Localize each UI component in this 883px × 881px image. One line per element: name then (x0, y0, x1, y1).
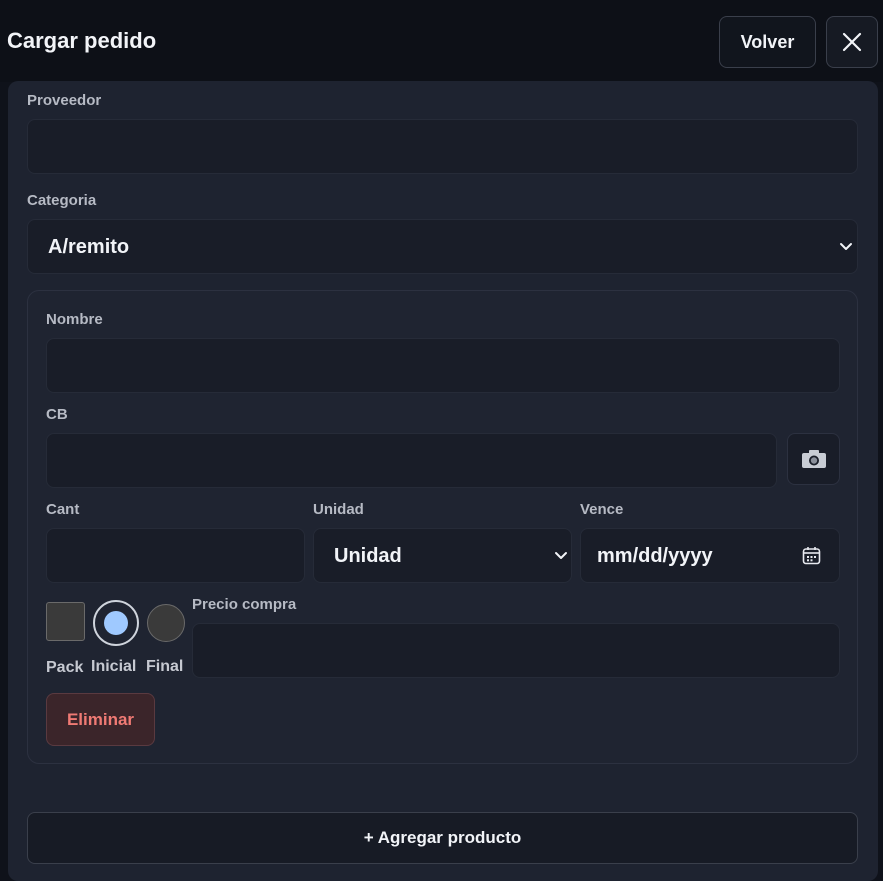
delete-product-button[interactable]: Eliminar (46, 693, 155, 746)
add-product-button[interactable]: + Agregar producto (27, 812, 858, 864)
close-button[interactable] (826, 16, 878, 68)
vence-date-input[interactable]: mm/dd/yyyy (580, 528, 840, 583)
nombre-input[interactable] (46, 338, 840, 393)
cant-input[interactable] (46, 528, 305, 583)
inicial-radio[interactable] (93, 600, 139, 646)
close-icon (842, 32, 862, 52)
proveedor-label: Proveedor (27, 92, 102, 109)
precio-input[interactable] (192, 623, 840, 678)
final-label: Final (146, 658, 184, 675)
unidad-select[interactable]: Unidad (313, 528, 572, 583)
categoria-label: Categoria (27, 192, 97, 209)
cant-label: Cant (46, 501, 80, 518)
pack-checkbox[interactable] (46, 602, 85, 641)
categoria-select[interactable]: A/remito (27, 219, 858, 274)
unidad-value: Unidad (334, 545, 402, 567)
vence-label: Vence (580, 501, 624, 518)
vence-placeholder: mm/dd/yyyy (597, 545, 713, 567)
scan-barcode-button[interactable] (787, 433, 840, 485)
chevron-down-icon (840, 243, 852, 250)
chevron-down-icon (555, 552, 567, 559)
calendar-icon[interactable] (802, 546, 821, 565)
cb-input[interactable] (46, 433, 777, 488)
nombre-label: Nombre (46, 311, 103, 328)
final-radio[interactable] (147, 604, 185, 642)
page-title: Cargar pedido (7, 28, 157, 53)
inicial-radio-dot (104, 611, 128, 635)
inicial-label: Inicial (91, 658, 137, 675)
cb-label: CB (46, 406, 68, 423)
categoria-value: A/remito (48, 236, 130, 258)
camera-icon (801, 450, 826, 468)
back-button[interactable]: Volver (719, 16, 816, 68)
unidad-label: Unidad (313, 501, 364, 518)
precio-label: Precio compra (192, 596, 297, 613)
proveedor-input[interactable] (27, 119, 858, 174)
pack-label: Pack (46, 659, 84, 676)
header-bar: Cargar pedido Volver (0, 0, 883, 82)
